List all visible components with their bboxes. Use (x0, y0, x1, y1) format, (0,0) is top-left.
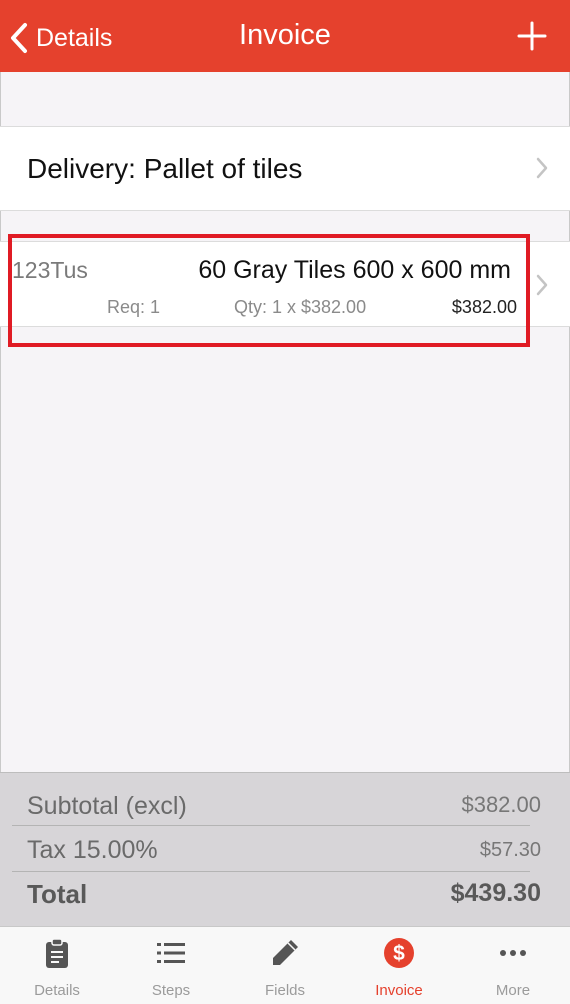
tax-label: Tax 15.00% (27, 836, 158, 864)
tab-steps[interactable]: Steps (114, 927, 228, 1004)
total-value: $439.30 (450, 879, 541, 907)
chevron-right-icon (536, 157, 548, 179)
plus-icon[interactable] (516, 20, 548, 52)
tab-bar: Details Steps Fields $ Invoice More (0, 926, 570, 1004)
more-dots-icon (500, 950, 526, 956)
subtotal-label: Subtotal (excl) (27, 792, 187, 820)
dollar-circle-icon: $ (384, 938, 414, 968)
clipboard-icon (46, 938, 68, 968)
tab-details[interactable]: Details (0, 927, 114, 1004)
tab-label: Details (34, 982, 80, 999)
highlight-annotation-box (8, 234, 530, 347)
subtotal-value: $382.00 (461, 792, 541, 817)
tab-label: More (495, 982, 531, 999)
total-label: Total (27, 879, 88, 909)
summary-divider (12, 825, 530, 826)
tax-value: $57.30 (479, 839, 541, 861)
tab-label: Steps (151, 982, 191, 999)
summary-divider (12, 871, 530, 872)
tab-label: Fields (264, 982, 305, 999)
page-title: Invoice (239, 19, 331, 51)
list-icon (157, 943, 185, 963)
pencil-icon (273, 940, 298, 965)
tab-more[interactable]: More (456, 927, 570, 1004)
delivery-label: Delivery: Pallet of tiles (27, 153, 303, 184)
chevron-right-icon (536, 274, 548, 296)
tab-label: Invoice (375, 982, 423, 999)
delivery-row[interactable]: Delivery: Pallet of tiles (0, 126, 570, 211)
svg-text:$: $ (393, 942, 405, 965)
nav-bar: Details Invoice (0, 0, 570, 72)
tab-invoice[interactable]: $ Invoice (342, 927, 456, 1004)
tab-fields[interactable]: Fields (228, 927, 342, 1004)
invoice-summary: Subtotal (excl) $382.00 Tax 15.00% $57.3… (0, 772, 570, 927)
